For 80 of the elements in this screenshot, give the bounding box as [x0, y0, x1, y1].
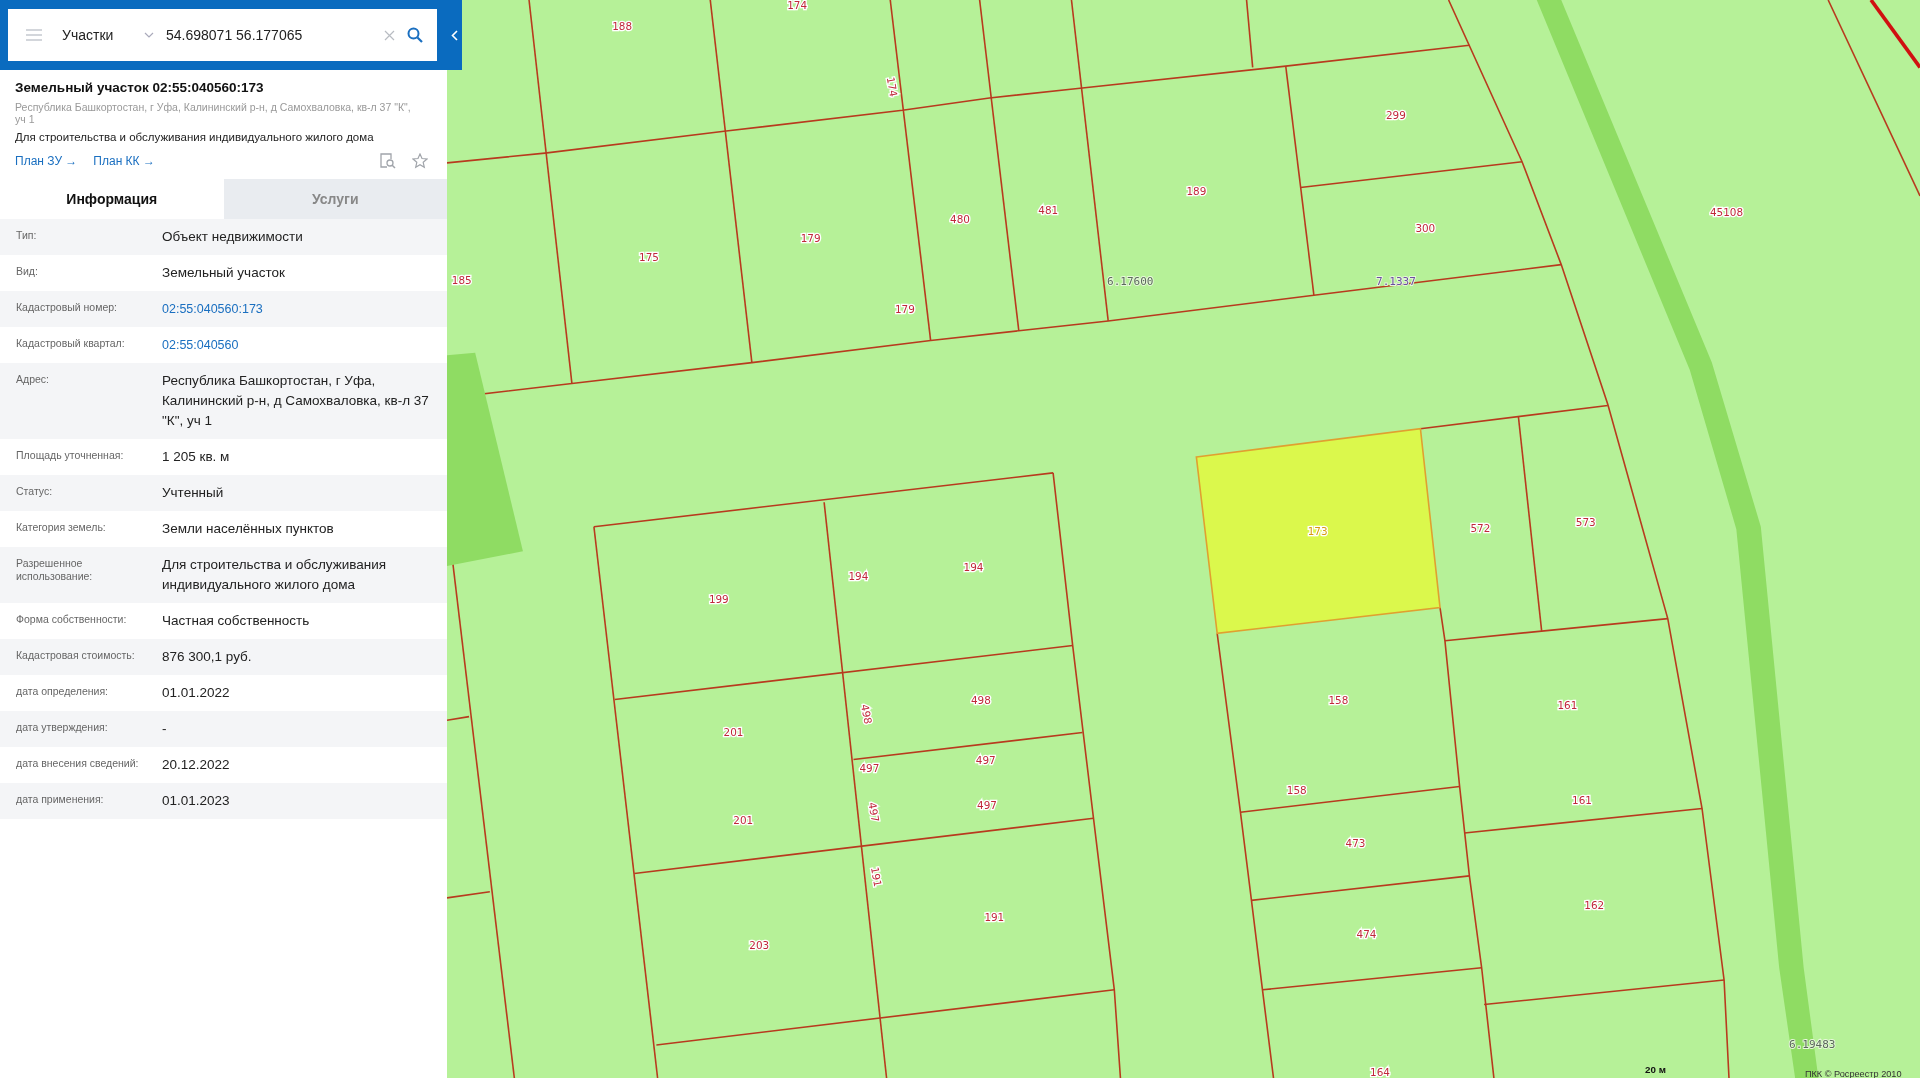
- property-value: Земельный участок: [162, 264, 285, 282]
- property-value: Объект недвижимости: [162, 228, 303, 246]
- quarter-number: 6.17600: [1107, 274, 1154, 288]
- parcel-number: 498: [970, 693, 991, 706]
- parcel-number: 164: [1370, 1066, 1390, 1078]
- parcel-number: 194: [848, 569, 869, 582]
- property-label: Вид:: [16, 264, 39, 278]
- parcel-number: 45108: [1710, 206, 1744, 219]
- property-label: Кадастровый номер:: [16, 300, 119, 314]
- object-purpose: Для строительства и обслуживания индивидуального жилого дома: [15, 131, 375, 143]
- parcel-number: 185: [451, 273, 472, 286]
- parcel-number: 572: [1470, 522, 1491, 535]
- parcel-number: 481: [1038, 203, 1059, 216]
- quarter-number: 7.1337: [1376, 274, 1416, 288]
- parcel-number: 203: [749, 938, 770, 951]
- property-value: 1 205 кв. м: [162, 448, 230, 466]
- parcel-number: 173: [1307, 524, 1328, 537]
- parcel-number: 201: [723, 725, 744, 738]
- parcel-number: 188: [612, 19, 633, 32]
- parcel-number: 300: [1415, 222, 1436, 235]
- parcel-number: 497: [866, 801, 882, 823]
- parcel-number: 191: [868, 866, 885, 888]
- parcel-number: 480: [950, 213, 970, 226]
- parcel-number: 174: [787, 0, 808, 12]
- map-attribution: ПКК © Росреестр 2010: [1804, 1068, 1902, 1078]
- parcel-number: 179: [895, 302, 915, 315]
- plan-link[interactable]: План ЗУ →: [15, 154, 78, 168]
- property-label: Тип:: [16, 228, 38, 242]
- tab[interactable]: Услуги: [223, 179, 447, 219]
- property-label: Разрешенное использование:: [16, 556, 94, 583]
- property-value: Для строительства и обслуживания индивидуального жилого дома: [162, 556, 388, 594]
- property-value: 01.01.2023: [162, 792, 230, 810]
- parcel-number: 201: [733, 813, 754, 826]
- parcel-number: 473: [1345, 837, 1366, 850]
- parcel-number: 162: [1584, 899, 1605, 912]
- property-value: 01.01.2022: [162, 684, 230, 702]
- plan-link[interactable]: План КК →: [93, 154, 155, 168]
- property-value: Частная собственность: [162, 612, 310, 630]
- property-value: Учтенный: [162, 484, 224, 502]
- property-label: Кадастровый квартал:: [16, 336, 126, 350]
- layer-select[interactable]: Участки: [54, 27, 132, 43]
- property-label: Адрес:: [16, 372, 50, 386]
- parcel-number: 158: [1328, 693, 1349, 706]
- parcel-number: 573: [1575, 516, 1596, 529]
- property-label: дата внесения сведений:: [16, 756, 140, 770]
- property-label: дата утверждения:: [16, 720, 109, 734]
- property-label: Статус:: [16, 484, 54, 498]
- object-title: Земельный участок 02:55:040560:173: [15, 80, 265, 95]
- parcel-number: 474: [1356, 927, 1377, 940]
- quarter-number: 6.19483: [1789, 1037, 1836, 1051]
- parcel-number: 191: [984, 910, 1005, 923]
- object-address: Республика Башкортостан, г Уфа, Калининский р-н, д Самохваловка, кв-л 37 "К", уч 1: [15, 101, 412, 125]
- parcel-number: 497: [859, 762, 880, 775]
- property-label: Форма собственности:: [16, 612, 128, 626]
- parcel-number: 174: [884, 75, 901, 98]
- parcel-number: 497: [977, 799, 997, 812]
- parcel-number: 161: [1557, 698, 1578, 711]
- parcel-number: 299: [1386, 109, 1406, 122]
- property-label: дата применения:: [16, 792, 105, 806]
- property-value: 876 300,1 руб.: [162, 648, 252, 666]
- scale-label: 20 м: [1645, 1064, 1666, 1076]
- property-label: Кадастровая стоимость:: [16, 648, 136, 662]
- parcel-number: 175: [639, 251, 659, 264]
- property-label: Площадь уточненная:: [16, 448, 125, 462]
- property-label: дата определения:: [16, 684, 109, 698]
- parcel-number: 158: [1286, 784, 1307, 797]
- parcel-number: 497: [975, 753, 996, 766]
- parcel-number: 194: [963, 561, 984, 574]
- property-link[interactable]: 02:55:040560:173: [162, 299, 263, 319]
- property-value: Республика Башкортостан, г Уфа, Калининский р-н, д Самохваловка, кв-л 37 "К", уч 1: [162, 372, 430, 430]
- property-value: -: [162, 720, 167, 738]
- parcel-number: 161: [1572, 794, 1592, 807]
- property-value: 20.12.2022: [162, 756, 230, 774]
- parcel-number: 498: [859, 703, 875, 725]
- parcel-number: 179: [800, 231, 821, 244]
- property-label: Категория земель:: [16, 520, 107, 534]
- property-value: Земли населённых пунктов: [162, 520, 334, 538]
- property-link[interactable]: 02:55:040560: [162, 335, 239, 355]
- parcel-number: 199: [708, 593, 729, 606]
- parcel-number: 189: [1186, 185, 1207, 198]
